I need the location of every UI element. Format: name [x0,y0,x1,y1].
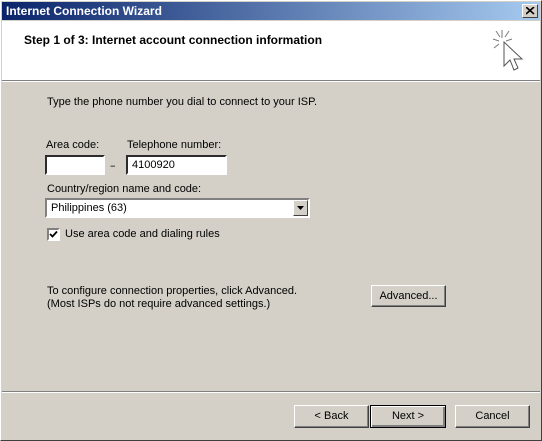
area-code-input[interactable] [45,155,105,175]
area-code-rules-label[interactable]: Use area code and dialing rules [65,228,220,240]
title-bar[interactable]: Internet Connection Wizard [2,2,540,20]
country-label: Country/region name and code: [47,183,202,195]
back-button[interactable]: < Back [294,405,369,428]
area-code-rules-checkbox[interactable] [47,228,60,241]
wizard-header: Step 1 of 3: Internet account connection… [2,21,540,81]
wizard-window: Internet Connection Wizard Step 1 of 3: … [0,0,542,441]
window-title: Internet Connection Wizard [6,4,162,18]
country-selected-value: Philippines (63) [51,202,127,214]
country-select[interactable]: Philippines (63) [45,198,310,218]
advanced-info-line-1: To configure connection properties, clic… [47,285,298,297]
advanced-button[interactable]: Advanced... [371,285,446,307]
header-divider [2,81,540,82]
instruction-text: Type the phone number you dial to connec… [47,96,318,108]
telephone-number-input[interactable]: 4100920 [126,155,227,175]
footer-divider-highlight [2,392,540,393]
telephone-label: Telephone number: [127,139,222,151]
country-dropdown-button[interactable] [293,200,308,216]
close-button[interactable] [522,4,538,18]
step-title: Step 1 of 3: Internet account connection… [24,33,323,47]
close-icon [526,7,535,15]
advanced-info-line-2: (Most ISPs do not require advanced setti… [47,298,271,310]
checkmark-icon [49,230,58,238]
next-button[interactable]: Next > [370,405,446,428]
cancel-button[interactable]: Cancel [455,405,530,428]
chevron-down-icon [297,206,304,210]
phone-dash: – [110,159,116,172]
wizard-cursor-icon [492,30,524,71]
area-code-label: Area code: [46,139,100,151]
